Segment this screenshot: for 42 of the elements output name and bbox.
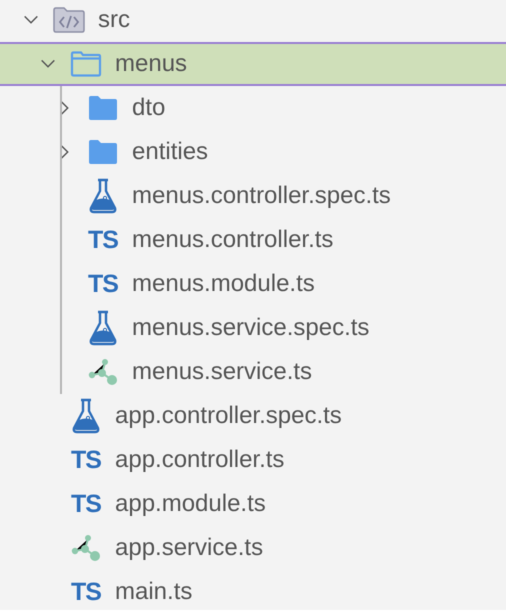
folder-icon (87, 95, 119, 121)
flask-icon (88, 310, 118, 346)
file-name: src (98, 6, 130, 34)
node-graph-icon (70, 534, 102, 562)
tree-row[interactable]: dto (0, 86, 506, 130)
flask-icon (88, 178, 118, 214)
typescript-icon: TS (71, 492, 101, 516)
typescript-icon: TS (88, 272, 118, 296)
tree-row[interactable]: TS main.ts (0, 570, 506, 610)
tree-row[interactable]: TS app.controller.ts (0, 438, 506, 482)
file-name: app.service.ts (115, 534, 264, 562)
file-name: menus.service.ts (132, 358, 312, 386)
file-name: entities (132, 138, 208, 166)
flask-icon (71, 398, 101, 434)
tree-row[interactable]: TS app.module.ts (0, 482, 506, 526)
node-graph-icon (87, 358, 119, 386)
file-name: menus.controller.spec.ts (132, 182, 391, 210)
file-name: app.controller.spec.ts (115, 402, 342, 430)
tree-row[interactable]: TS menus.module.ts (0, 262, 506, 306)
tree-row[interactable]: app.service.ts (0, 526, 506, 570)
tree-row[interactable]: TS menus.controller.ts (0, 218, 506, 262)
code-folder-icon (53, 7, 85, 33)
file-name: menus (115, 50, 188, 78)
file-name: dto (132, 94, 166, 122)
typescript-icon: TS (71, 580, 101, 604)
file-name: menus.module.ts (132, 270, 315, 298)
typescript-icon: TS (71, 448, 101, 472)
tree-row[interactable]: src (0, 0, 506, 42)
tree-row[interactable]: app.controller.spec.ts (0, 394, 506, 438)
file-name: main.ts (115, 578, 192, 606)
file-name: menus.controller.ts (132, 226, 334, 254)
folder-icon (70, 51, 102, 77)
tree-row[interactable]: menus.controller.spec.ts (0, 174, 506, 218)
tree-row[interactable]: menus (0, 42, 506, 86)
file-name: app.module.ts (115, 490, 266, 518)
typescript-icon: TS (88, 228, 118, 252)
tree-row[interactable]: menus.service.ts (0, 350, 506, 394)
folder-icon (87, 139, 119, 165)
file-name: app.controller.ts (115, 446, 284, 474)
file-name: menus.service.spec.ts (132, 314, 370, 342)
tree-row[interactable]: menus.service.spec.ts (0, 306, 506, 350)
tree-row[interactable]: entities (0, 130, 506, 174)
